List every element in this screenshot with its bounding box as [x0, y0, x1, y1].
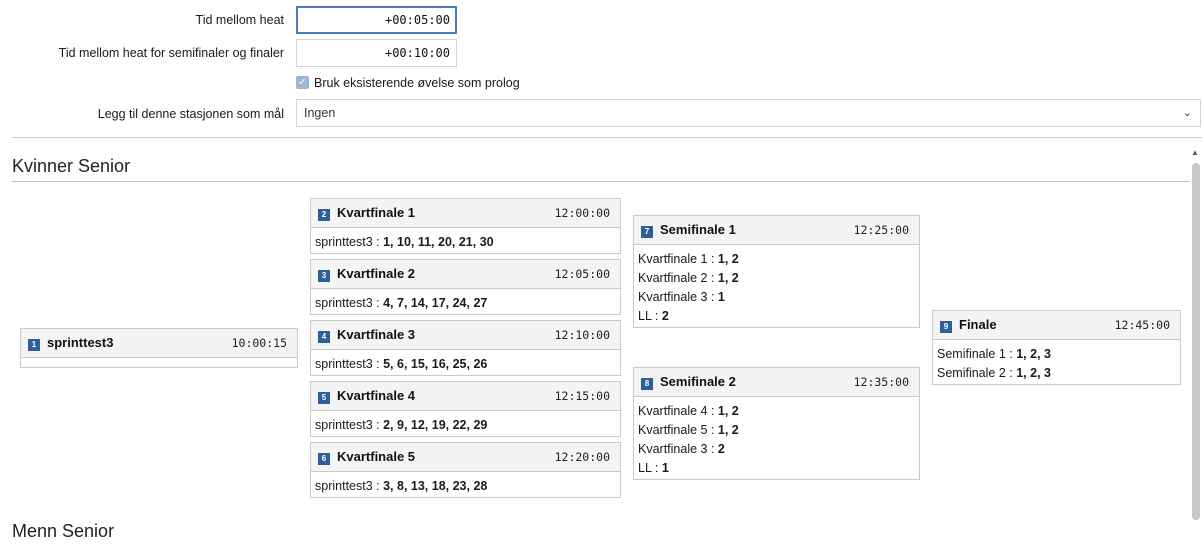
section-title-menn-senior: Menn Senior [12, 521, 115, 541]
heat-card-8[interactable]: 8 Semifinale 2 12:35:00 Kvartfinale 4 : … [633, 367, 920, 480]
qualifier-row: sprinttest3 : 5, 6, 15, 16, 25, 26 [315, 357, 488, 371]
qualifier-row: Kvartfinale 1 : 1, 2 [638, 252, 739, 266]
qualifier-row: Kvartfinale 3 : 2 [638, 442, 725, 456]
heat-card-4[interactable]: 4 Kvartfinale 3 12:10:00 sprinttest3 : 5… [310, 320, 621, 376]
qualifier-row: Kvartfinale 3 : 1 [638, 290, 725, 304]
heat-time: 12:15:00 [554, 389, 610, 403]
scrollbar-thumb[interactable] [1192, 163, 1200, 520]
heat-title: Semifinale 1 [660, 222, 736, 237]
time-between-semis-input[interactable]: +00:10:00 [296, 39, 457, 67]
heat-title: Kvartfinale 2 [337, 266, 416, 281]
heat-card-header: 9 Finale 12:45:00 [933, 311, 1180, 340]
qualifier-row: Semifinale 2 : 1, 2, 3 [937, 366, 1051, 380]
qualifier-row: Kvartfinale 4 : 1, 2 [638, 404, 739, 418]
qualifier-row: sprinttest3 : 4, 7, 14, 17, 24, 27 [315, 296, 488, 310]
heat-title: Kvartfinale 5 [337, 449, 416, 464]
heat-number-badge: 2 [318, 209, 330, 221]
heat-title: Semifinale 2 [660, 374, 736, 389]
heat-number-badge: 5 [318, 392, 330, 404]
heat-title: Kvartfinale 4 [337, 388, 416, 403]
heat-card-5[interactable]: 5 Kvartfinale 4 12:15:00 sprinttest3 : 2… [310, 381, 621, 437]
heat-number-badge: 8 [641, 378, 653, 390]
qualifier-row: Kvartfinale 5 : 1, 2 [638, 423, 739, 437]
heat-time: 12:35:00 [853, 375, 909, 389]
heat-number-badge: 9 [940, 321, 952, 333]
time-between-heats-input[interactable]: +00:05:00 [296, 6, 457, 34]
prolog-checkbox[interactable]: ✓ [296, 76, 309, 89]
prolog-checkbox-label: Bruk eksisterende øvelse som prolog [314, 76, 520, 90]
heat-card-header: 1 sprinttest3 10:00:15 [21, 329, 297, 358]
heat-time: 12:05:00 [554, 267, 610, 281]
heat-card-header: 4 Kvartfinale 3 12:10:00 [311, 321, 620, 350]
qualifier-row: LL : 1 [638, 461, 669, 475]
section-title-kvinner-senior: Kvinner Senior [12, 156, 131, 176]
heat-title: sprinttest3 [47, 335, 114, 350]
station-select[interactable]: Ingen ⌄ [296, 99, 1201, 127]
qualifier-row: sprinttest3 : 1, 10, 11, 20, 21, 30 [315, 235, 494, 249]
heat-time: 12:00:00 [554, 206, 610, 220]
heat-card-header: 5 Kvartfinale 4 12:15:00 [311, 382, 620, 411]
heat-time: 12:20:00 [554, 450, 610, 464]
heat-time: 12:10:00 [554, 328, 610, 342]
heat-title: Kvartfinale 3 [337, 327, 416, 342]
qualifier-row: LL : 2 [638, 309, 669, 323]
section-divider [12, 181, 1189, 182]
heat-card-2[interactable]: 2 Kvartfinale 1 12:00:00 sprinttest3 : 1… [310, 198, 621, 254]
qualifier-row: sprinttest3 : 3, 8, 13, 18, 23, 28 [315, 479, 488, 493]
heat-card-header: 8 Semifinale 2 12:35:00 [634, 368, 919, 397]
heat-card-header: 3 Kvartfinale 2 12:05:00 [311, 260, 620, 289]
heat-card-header: 6 Kvartfinale 5 12:20:00 [311, 443, 620, 472]
qualifier-row: Kvartfinale 2 : 1, 2 [638, 271, 739, 285]
heat-time: 12:45:00 [1114, 318, 1170, 332]
heat-time: 10:00:15 [231, 336, 287, 350]
station-label: Legg til denne stasjonen som mål [97, 107, 284, 121]
heat-number-badge: 3 [318, 270, 330, 282]
heat-title: Kvartfinale 1 [337, 205, 416, 220]
station-select-value: Ingen [304, 106, 336, 120]
heat-number-badge: 6 [318, 453, 330, 465]
chevron-down-icon: ⌄ [1182, 107, 1192, 119]
heat-number-badge: 4 [318, 331, 330, 343]
divider [12, 137, 1202, 138]
heat-title: Finale [959, 317, 997, 332]
heat-card-1[interactable]: 1 sprinttest3 10:00:15 [20, 328, 298, 368]
heat-number-badge: 1 [28, 339, 40, 351]
scroll-up-arrow-icon[interactable]: ▲ [1191, 148, 1199, 157]
heat-card-6[interactable]: 6 Kvartfinale 5 12:20:00 sprinttest3 : 3… [310, 442, 621, 498]
heat-card-header: 7 Semifinale 1 12:25:00 [634, 216, 919, 245]
heat-number-badge: 7 [641, 226, 653, 238]
heat-card-header: 2 Kvartfinale 1 12:00:00 [311, 199, 620, 228]
time-between-semis-label: Tid mellom heat for semifinaler og final… [58, 46, 284, 60]
heat-time: 12:25:00 [853, 223, 909, 237]
time-between-heats-label: Tid mellom heat [195, 13, 284, 27]
heat-card-3[interactable]: 3 Kvartfinale 2 12:05:00 sprinttest3 : 4… [310, 259, 621, 315]
heat-card-9[interactable]: 9 Finale 12:45:00 Semifinale 1 : 1, 2, 3… [932, 310, 1181, 385]
heat-card-7[interactable]: 7 Semifinale 1 12:25:00 Kvartfinale 1 : … [633, 215, 920, 328]
qualifier-row: Semifinale 1 : 1, 2, 3 [937, 347, 1051, 361]
qualifier-row: sprinttest3 : 2, 9, 12, 19, 22, 29 [315, 418, 488, 432]
